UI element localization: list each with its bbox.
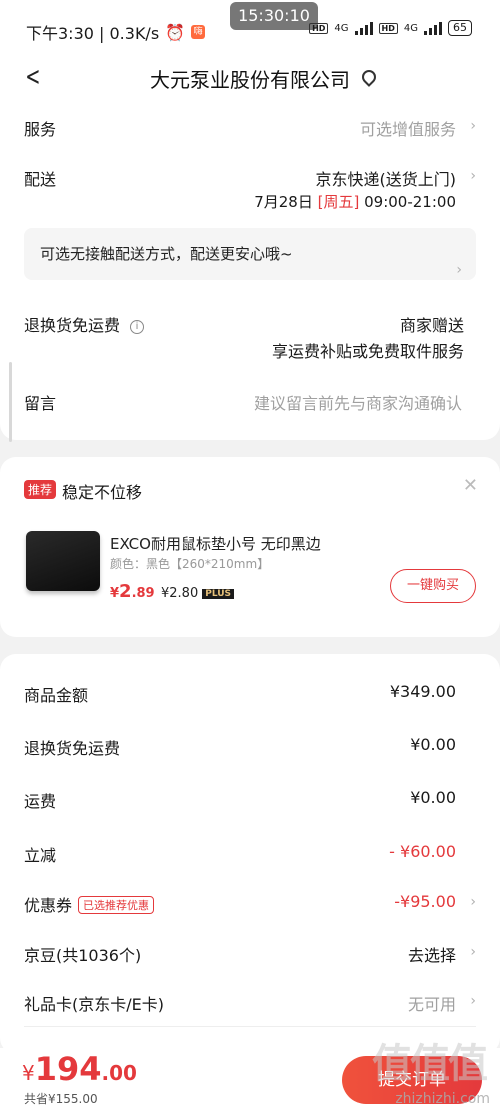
goods-label: 商品金额 [24,686,89,705]
hd-icon-2: HD [378,22,398,34]
product-image[interactable] [26,531,100,591]
return-value-2: 享运费补贴或免费取件服务 [271,342,464,361]
scroll-indicator [9,362,12,442]
screen-recorder-time: 15:30:10 [230,2,318,30]
app-badge-icon: 嗨 [191,25,206,39]
chevron-right-icon: › [470,944,476,960]
service-value: 可选增值服务 [359,120,456,139]
service-row[interactable]: 服务 可选增值服务 › [24,116,476,140]
note-label: 留言 [24,394,57,413]
giftcard-label: 礼品卡(京东卡/E卡) [24,995,164,1014]
saved-amount: 共省¥155.00 [24,1092,98,1106]
chevron-right-icon: › [470,894,476,910]
chevron-right-icon: › [470,168,476,184]
price-summary-card: 商品金额 ¥349.00 退换货免运费 ¥0.00 运费 ¥0.00 立减 - … [0,654,500,1054]
contactless-delivery-option[interactable]: 可选无接触配送方式，配送更安心哦~ › [24,228,476,280]
discount-value: - ¥60.00 [389,842,456,861]
contactless-text: 可选无接触配送方式，配送更安心哦~ [40,245,293,263]
one-click-buy-button[interactable]: 一键购买 [390,569,476,603]
delivery-weekday: [周五] [317,193,360,211]
info-icon[interactable]: i [130,320,145,334]
delivery-label: 配送 [24,170,57,189]
chevron-right-icon: › [456,262,462,278]
return-shipping-row: 退换货免运费 i 商家赠送 享运费补贴或免费取件服务 [24,312,476,361]
return-label-wrap: 退换货免运费 i [24,312,145,336]
shipping-label: 运费 [24,792,57,811]
recommend-title: 稳定不位移 [62,483,143,502]
signal-icon-2 [424,21,442,35]
plus-price-value: ¥2.80 [161,586,199,601]
delivery-row[interactable]: 配送 京东快递(送货上门) › 7月28日 [周五] 09:00-21:00 [24,166,476,214]
note-row[interactable]: 留言 建议留言前先与商家沟通确认 [24,390,476,414]
total-int: 194 [34,1050,102,1088]
plus-price: ¥2.80 PLUS [161,586,235,601]
return-fee-row: 退换货免运费 ¥0.00 [24,735,476,759]
giftcard-row[interactable]: 礼品卡(京东卡/E卡) 无可用 › [24,991,476,1015]
coupon-row[interactable]: 优惠券 已选推荐优惠 -¥95.00 › [24,892,476,916]
chevron-right-icon: › [470,993,476,1009]
battery-icon: 65 [448,20,472,36]
coupon-label: 优惠券 [24,896,73,915]
network-type-2: 4G [403,22,418,34]
divider [24,1026,476,1027]
service-label: 服务 [24,120,57,139]
shipping-value: ¥0.00 [410,788,456,807]
nav-bar: < 大元泵业股份有限公司 [0,56,500,100]
product-spec: 颜色：黑色【260*210mm】 [110,557,270,571]
price-int: 2 [119,581,132,602]
network-type: 4G [334,22,349,34]
signal-icon [354,21,373,35]
watermark-text: zhizhizhi.com [395,1091,490,1107]
alarm-icon: ⏰ [165,22,186,42]
jingdou-label: 京豆(共1036个) [24,946,142,965]
price-currency: ¥ [110,586,120,601]
total-price: ¥194.00 [22,1050,137,1088]
product-price: ¥2.89 [110,581,155,602]
close-icon[interactable]: ✕ [463,475,478,496]
return-value-1: 商家赠送 [399,316,464,335]
plus-badge-icon: PLUS [202,589,235,599]
delivery-time: 09:00-21:00 [364,193,456,211]
return-fee-label: 退换货免运费 [24,739,121,758]
return-fee-value: ¥0.00 [410,735,456,754]
recommend-tag: 推荐 [24,480,57,499]
goods-value: ¥349.00 [389,682,456,701]
status-bar: 下午3:30 | 0.3K/s ⏰ 嗨 15:30:10 HD 4G HD 4G… [0,0,500,56]
return-label: 退换货免运费 [24,316,121,335]
store-title: 大元泵业股份有限公司 [150,68,350,92]
goods-amount-row: 商品金额 ¥349.00 [24,682,476,706]
hd-icon: HD [309,22,329,34]
checkout-bar: ¥194.00 共省¥155.00 提交订单 值值值 zhizhizhi.com [0,1041,500,1111]
product-name[interactable]: EXCO耐用鼠标垫小号 无印黑边 [110,533,321,554]
jingdou-value: 去选择 [407,946,456,965]
coupon-value: -¥95.00 [394,892,456,911]
delivery-schedule: 7月28日 [周五] 09:00-21:00 [254,191,456,212]
discount-row: 立减 - ¥60.00 [24,842,476,866]
giftcard-value: 无可用 [407,995,456,1014]
note-input[interactable]: 建议留言前先与商家沟通确认 [254,390,462,414]
delivery-date: 7月28日 [254,193,313,211]
recommend-card: 推荐 稳定不位移 ✕ EXCO耐用鼠标垫小号 无印黑边 颜色：黑色【260*21… [0,457,500,637]
shipping-row: 运费 ¥0.00 [24,788,476,812]
jingdou-row[interactable]: 京豆(共1036个) 去选择 › [24,942,476,966]
delivery-method: 京东快递(送货上门) [315,170,457,189]
status-right: HD 4G HD 4G 65 [309,20,472,36]
total-currency: ¥ [22,1061,35,1085]
total-dec: .00 [101,1061,137,1085]
price-dec: .89 [131,586,155,601]
chevron-right-icon: › [470,118,476,134]
watermark-logo: 值值值 [372,1041,488,1087]
coupon-tag: 已选推荐优惠 [78,896,155,914]
status-left: 下午3:30 | 0.3K/s ⏰ 嗨 [26,20,206,44]
discount-label: 立减 [24,846,57,865]
status-time-speed: 下午3:30 | 0.3K/s [26,24,160,43]
order-options-card: 服务 可选增值服务 › 配送 京东快递(送货上门) › 7月28日 [周五] 0… [0,100,500,442]
